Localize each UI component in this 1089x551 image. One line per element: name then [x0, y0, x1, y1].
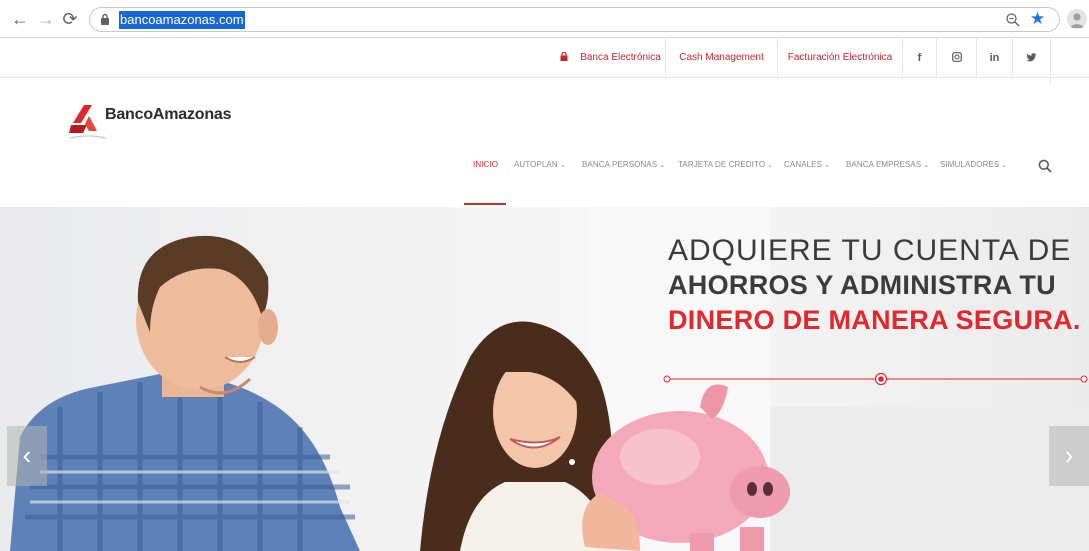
active-nav-indicator [464, 203, 506, 205]
hero-heading-line-3: DINERO DE MANERA SEGURA. [668, 305, 1081, 335]
nav-label: AUTOPLAN [514, 160, 558, 169]
chevron-down-icon: ⌄ [923, 162, 930, 169]
nav-item-autoplan[interactable]: AUTOPLAN ⌄ [514, 160, 566, 169]
banca-electronica-label: Banca Electrónica [580, 52, 661, 63]
person-icon [1070, 13, 1084, 28]
linkedin-icon[interactable]: in [976, 38, 1012, 78]
nav-label: BANCA EMPRESAS [846, 160, 922, 169]
profile-avatar[interactable] [1067, 9, 1087, 29]
main-navigation: INICIO AUTOPLAN ⌄ BANCA PERSONAS ⌄ TARJETA… [462, 150, 1062, 206]
chevron-down-icon: ⌄ [1001, 162, 1008, 169]
banca-electronica-link[interactable]: Banca Electrónica [556, 38, 665, 78]
linkedin-label: in [989, 52, 1000, 64]
chevron-down-icon: ⌄ [559, 162, 566, 169]
twitter-glyph [1026, 53, 1037, 62]
chevron-down-icon: ⌄ [767, 162, 774, 169]
hero-heading-line-2: AHORROS Y ADMINISTRA TU [668, 270, 1056, 300]
chevron-down-icon: ⌄ [659, 162, 666, 169]
facturacion-electronica-label: Facturación Electrónica [787, 52, 893, 63]
nav-label: CANALES [784, 160, 823, 169]
bookmark-star-icon[interactable]: ★ [1030, 9, 1045, 29]
nav-label: SIMULADORES [940, 160, 1000, 169]
utility-bar: Banca Electrónica Cash Management Factur… [0, 38, 1089, 84]
logo-text: BancoAmazonas [105, 106, 232, 123]
slider-prev-button[interactable]: ‹ [7, 426, 47, 486]
bank-logo[interactable]: BancoAmazonas [68, 104, 258, 139]
nav-item-tarjeta-credito[interactable]: TARJETA DE CREDITO ⌄ [678, 160, 773, 169]
twitter-icon[interactable] [1012, 38, 1050, 78]
nav-item-simuladores[interactable]: SIMULADORES ⌄ [940, 160, 1007, 169]
back-icon[interactable]: ← [10, 9, 30, 29]
address-bar[interactable]: bancoamazonas.com ★ [89, 7, 1060, 32]
facebook-icon[interactable]: f [902, 38, 936, 78]
chevron-left-icon: ‹ [22, 440, 32, 470]
utility-divider [1050, 38, 1051, 84]
lock-icon [560, 52, 568, 61]
zoom-icon[interactable] [1005, 12, 1021, 28]
logo-swoosh [69, 135, 107, 139]
cash-management-label: Cash Management [679, 52, 764, 63]
nav-label: INICIO [473, 160, 499, 169]
logo-mark-icon [69, 105, 97, 133]
hero-background-panel [770, 407, 1089, 551]
chevron-down-icon: ⌄ [824, 162, 831, 169]
nav-label: BANCA PERSONAS [582, 160, 658, 169]
nav-label: TARJETA DE CREDITO [678, 160, 766, 169]
hero-heading-line-1: ADQUIERE TU CUENTA DE [668, 234, 1072, 267]
cash-management-link[interactable]: Cash Management [665, 38, 777, 78]
facturacion-electronica-link[interactable]: Facturación Electrónica [777, 38, 902, 78]
hero-divider [663, 372, 1088, 386]
search-icon[interactable] [1038, 159, 1052, 173]
nav-item-inicio[interactable]: INICIO [473, 160, 498, 169]
nav-item-banca-personas[interactable]: BANCA PERSONAS ⌄ [582, 160, 665, 169]
slider-next-button[interactable]: › [1049, 426, 1089, 486]
instagram-icon[interactable] [936, 38, 976, 78]
nav-item-banca-empresas[interactable]: BANCA EMPRESAS ⌄ [846, 160, 929, 169]
lock-icon [101, 13, 109, 25]
browser-toolbar: ← → ⟳ bancoamazonas.com ★ [0, 0, 1089, 38]
nav-item-canales[interactable]: CANALES ⌄ [784, 160, 830, 169]
instagram-glyph [951, 52, 962, 62]
reload-icon[interactable]: ⟳ [60, 9, 80, 29]
facebook-label: f [917, 52, 922, 64]
forward-icon[interactable]: → [36, 9, 56, 29]
url-text[interactable]: bancoamazonas.com [119, 11, 245, 29]
chevron-right-icon: › [1064, 440, 1074, 470]
